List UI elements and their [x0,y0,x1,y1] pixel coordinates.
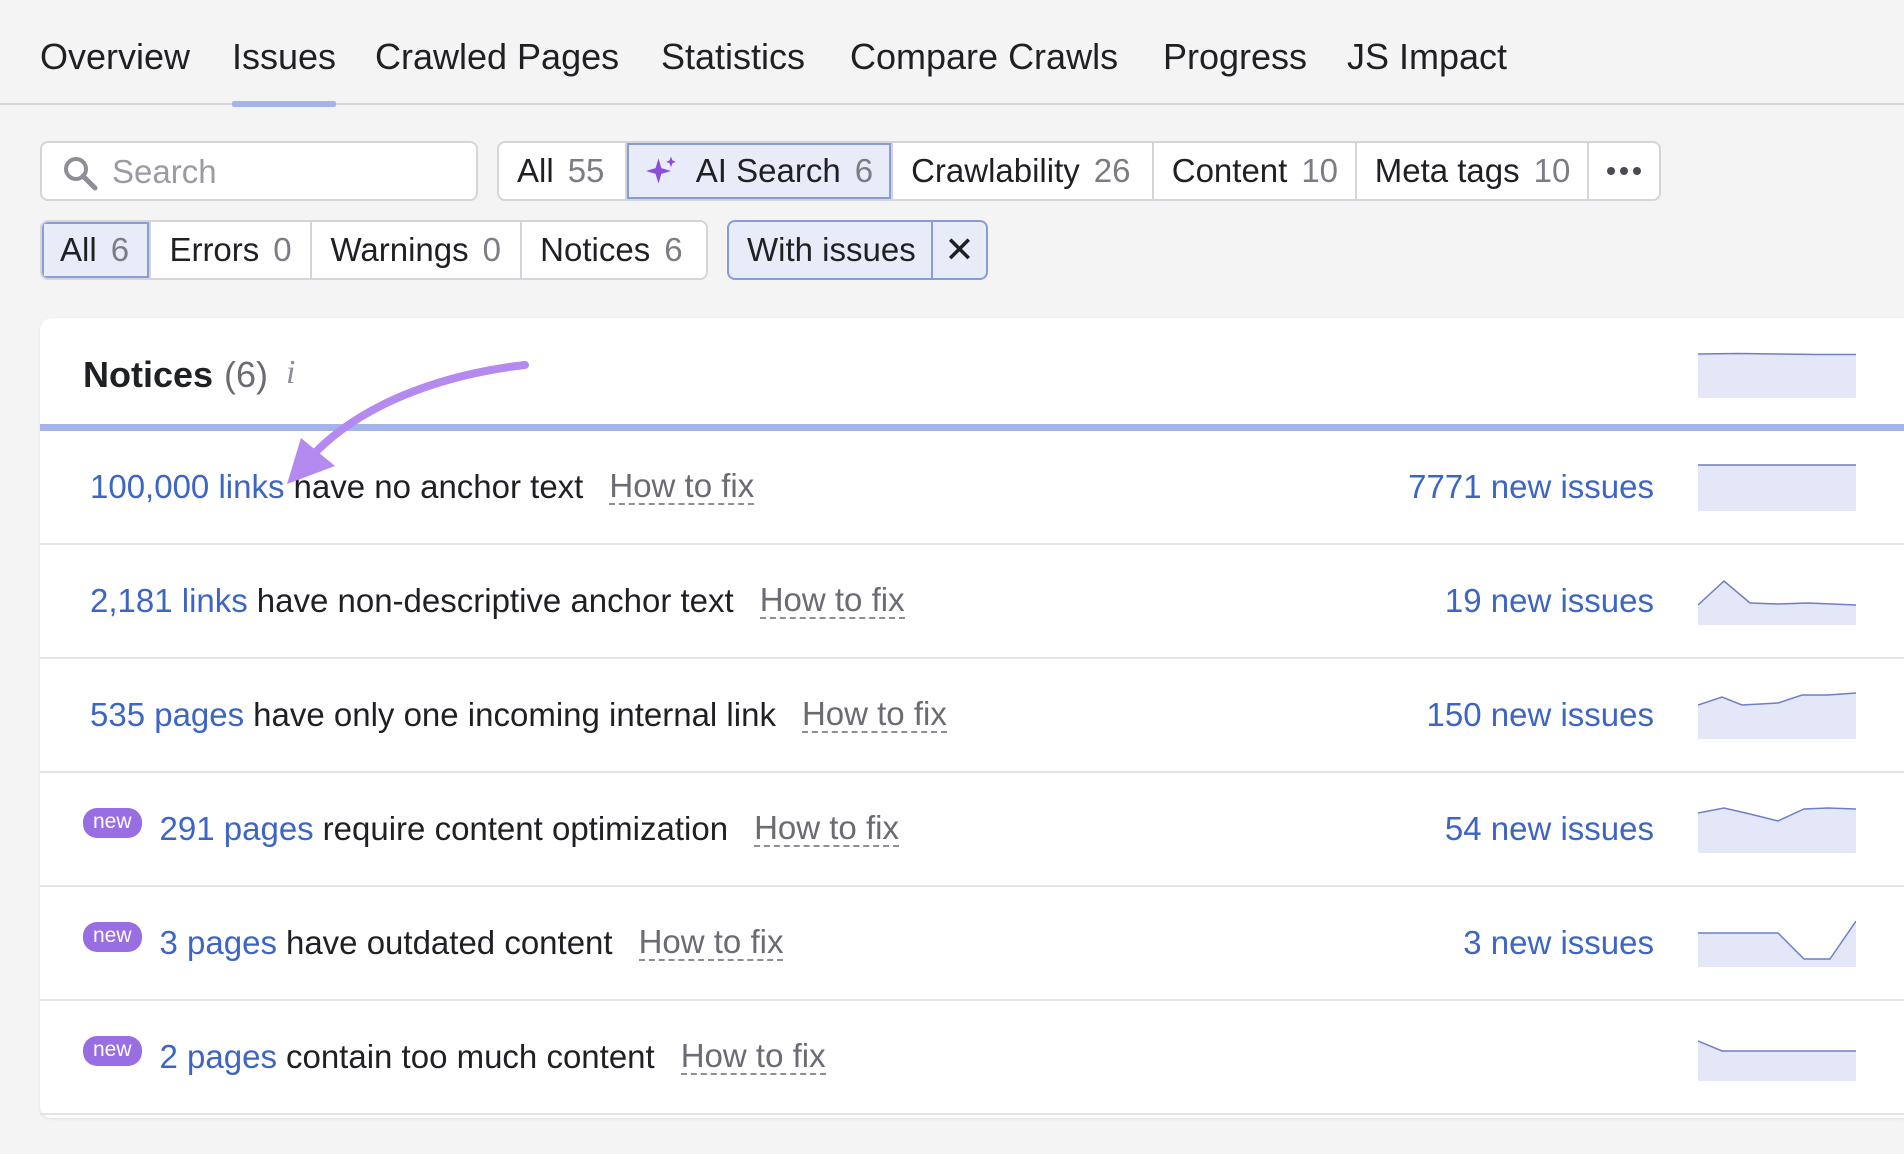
issue-text: new 2 pages contain too much content How… [83,1001,826,1113]
issue-row: new 291 pages require content optimizati… [40,773,1904,887]
how-to-fix-link[interactable]: How to fix [801,697,947,733]
issue-row: new 2 pages contain too much content How… [40,1001,1904,1115]
filter-label: Errors [169,231,260,268]
filter-errors[interactable]: Errors 0 [151,222,313,278]
top-tabs: Overview Issues Crawled Pages Statistics… [0,0,1904,107]
filter-label: All [60,231,97,268]
filter-count: 6 [110,231,130,268]
new-issues-link[interactable]: 19 new issues [1445,545,1654,657]
how-to-fix-link[interactable]: How to fix [754,811,899,847]
filter-meta-tags[interactable]: Meta tags 10 [1357,143,1589,199]
sparkline-chart [1698,352,1856,398]
filter-count: 10 [1533,152,1571,189]
issue-type-filter-group: All 6 Errors 0 Warnings 0 Notices 6 [40,220,708,280]
how-to-fix-link[interactable]: How to fix [680,1039,826,1075]
notices-card: Notices (6) i 100,000 links have no anch… [40,318,1904,1118]
filter-label: AI Search [695,152,841,189]
filter-ai-search[interactable]: AI Search 6 [627,143,894,199]
filter-all-categories[interactable]: All 55 [499,143,628,199]
issue-row: new 3 pages have outdated content How to… [40,887,1904,1001]
filter-content[interactable]: Content 10 [1154,143,1357,199]
with-issues-label[interactable]: With issues [729,222,933,278]
more-filters-button[interactable] [1589,143,1659,199]
filter-label: Meta tags [1374,152,1520,189]
issue-description: have outdated content [285,924,613,961]
issue-count-link[interactable]: 2,181 links [90,582,248,620]
new-badge: new [83,922,142,952]
filter-warnings[interactable]: Warnings 0 [312,222,523,278]
issue-description: have non-descriptive anchor text [256,582,734,619]
tab-issues[interactable]: Issues [232,36,337,107]
tab-overview[interactable]: Overview [40,36,190,105]
sparkline-chart [1698,807,1856,853]
tab-progress[interactable]: Progress [1163,36,1307,105]
sparkline-chart [1698,692,1856,739]
info-icon[interactable]: i [286,354,295,392]
issue-text: 535 pages have only one incoming interna… [90,659,947,771]
filter-label: Crawlability [911,152,1080,189]
sparkline-chart [1698,579,1856,625]
issue-count-link[interactable]: 2 pages [160,1038,277,1076]
issue-description: have no anchor text [293,468,584,505]
sparkle-icon [646,156,676,184]
issue-text: new 3 pages have outdated content How to… [83,887,784,999]
more-dots-icon [1606,167,1641,175]
search-icon [64,157,98,191]
issue-text: new 291 pages require content optimizati… [83,773,899,885]
issue-text: 100,000 links have no anchor text How to… [90,431,755,543]
how-to-fix-link[interactable]: How to fix [638,925,784,961]
filter-count: 55 [567,152,605,189]
issue-description: contain too much content [285,1038,655,1075]
filter-all-types[interactable]: All 6 [42,222,152,278]
section-count: (6) [224,354,268,395]
new-issues-link[interactable]: 3 new issues [1463,887,1654,999]
search-input[interactable] [112,151,462,193]
issue-count-link[interactable]: 3 pages [160,924,277,962]
tab-crawled-pages[interactable]: Crawled Pages [375,36,619,105]
card-header: Notices (6) i [40,318,1904,424]
new-badge: new [83,1036,142,1066]
filter-count: 0 [482,231,501,268]
with-issues-filter: With issues ✕ [727,220,988,280]
filter-crawlability[interactable]: Crawlability 26 [893,143,1154,199]
new-issues-link[interactable]: 54 new issues [1445,773,1654,885]
category-filter-group: All 55 AI Search 6 Crawlability 26 Conte… [497,141,1661,201]
issue-row: 535 pages have only one incoming interna… [40,659,1904,773]
sparkline-chart [1698,920,1856,967]
issue-count-link[interactable]: 100,000 links [90,468,284,506]
new-badge: new [83,808,142,838]
filter-label: Content [1171,152,1288,189]
how-to-fix-link[interactable]: How to fix [609,469,755,505]
sparkline-chart [1698,1040,1856,1081]
filter-label: Warnings [330,231,469,268]
filter-count: 6 [664,231,683,268]
filter-label: Notices [540,231,651,268]
issue-row: 2,181 links have non-descriptive anchor … [40,545,1904,659]
section-title: Notices [83,354,214,395]
filter-count: 10 [1301,152,1339,189]
issue-count-link[interactable]: 291 pages [160,810,314,848]
clear-filter-close-icon[interactable]: ✕ [933,222,986,278]
filter-count: 6 [854,152,874,189]
new-issues-link[interactable]: 7771 new issues [1408,431,1654,543]
sparkline-chart [1698,464,1856,511]
tab-compare-crawls[interactable]: Compare Crawls [850,36,1118,105]
issue-row: 100,000 links have no anchor text How to… [40,431,1904,545]
search-box [40,141,478,201]
filter-notices[interactable]: Notices 6 [522,222,706,278]
filter-count: 26 [1093,152,1131,189]
header-divider [40,424,1904,431]
issue-description: require content optimization [322,810,729,847]
issue-description: have only one incoming internal link [253,696,776,733]
issue-count-link[interactable]: 535 pages [90,696,244,734]
tab-js-impact[interactable]: JS Impact [1347,36,1507,105]
issue-text: 2,181 links have non-descriptive anchor … [90,545,905,657]
filter-count: 0 [273,231,292,268]
tab-statistics[interactable]: Statistics [661,36,805,105]
how-to-fix-link[interactable]: How to fix [759,583,905,619]
filter-label: All [517,152,554,189]
new-issues-link[interactable]: 150 new issues [1427,659,1654,771]
